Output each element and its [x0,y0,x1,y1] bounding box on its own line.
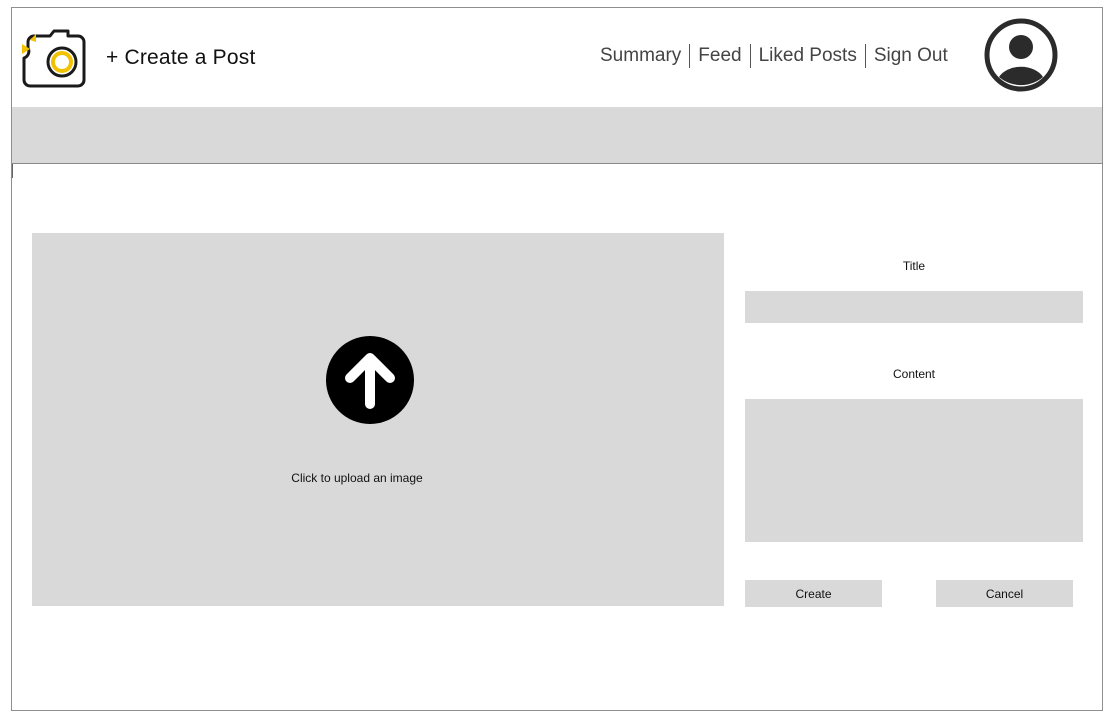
main-nav: Summary Feed Liked Posts Sign Out [600,44,948,68]
image-upload-area[interactable]: Click to upload an image [32,233,724,606]
camera-icon [22,29,86,88]
nav-sign-out[interactable]: Sign Out [874,45,948,67]
header: + Create a Post Summary Feed Liked Posts… [12,8,1102,107]
nav-summary[interactable]: Summary [600,45,681,67]
user-avatar-icon[interactable] [984,18,1058,92]
upload-label: Click to upload an image [291,471,423,485]
title-label: Title [902,259,926,273]
divider-tick [12,164,13,178]
page-frame: + Create a Post Summary Feed Liked Posts… [11,7,1103,711]
toolbar-band [12,107,1102,164]
content-input[interactable] [745,399,1083,542]
content-label: Content [892,367,936,381]
title-input[interactable] [745,291,1083,323]
nav-divider [864,44,866,68]
nav-divider [749,44,751,68]
nav-divider [689,44,691,68]
page-title: + Create a Post [106,46,256,69]
nav-feed[interactable]: Feed [698,45,741,67]
upload-arrow-icon [326,336,414,424]
nav-liked-posts[interactable]: Liked Posts [759,45,857,67]
cancel-button[interactable]: Cancel [936,580,1073,607]
create-button[interactable]: Create [745,580,882,607]
